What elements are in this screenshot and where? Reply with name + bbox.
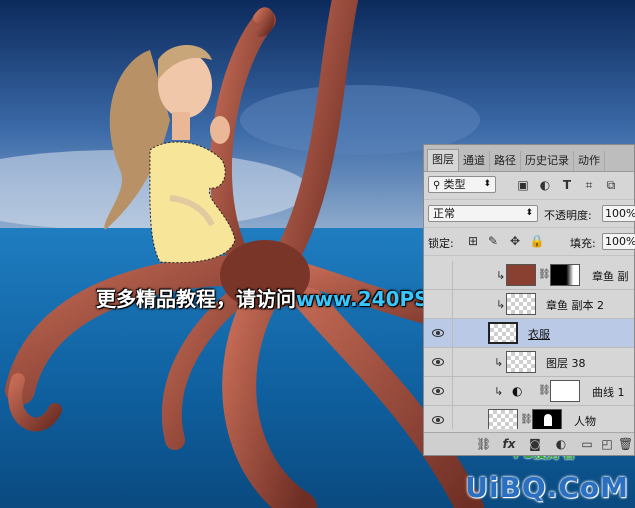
tab-paths[interactable]: 路径 bbox=[490, 151, 521, 171]
panel-tabs: 图层 通道 路径 历史记录 动作 bbox=[424, 145, 634, 172]
lock-label: 锁定: bbox=[428, 237, 454, 250]
layer-row-selected[interactable]: 衣服 bbox=[424, 319, 634, 348]
adjustment-layer-icon: ◐ bbox=[512, 384, 523, 398]
trash-icon[interactable]: 🗑 bbox=[618, 437, 633, 451]
link-icon[interactable]: ⛓ bbox=[476, 437, 491, 451]
eye-icon bbox=[432, 416, 444, 424]
search-icon: ⚲ bbox=[433, 180, 444, 191]
chevron-updown-icon: ⬍ bbox=[525, 208, 533, 218]
fill-label: 填充: bbox=[570, 237, 596, 250]
layer-mask-thumbnail[interactable] bbox=[550, 264, 580, 286]
filter-kind-select[interactable]: ⚲ 类型 ⬍ bbox=[428, 176, 496, 193]
shape-filter-icon[interactable]: ⌗ bbox=[582, 178, 596, 192]
figure-mask-shape bbox=[544, 414, 552, 426]
layer-thumbnail bbox=[488, 409, 518, 429]
opacity-input[interactable]: 100% bbox=[602, 205, 635, 222]
blend-mode-select[interactable]: 正常 ⬍ bbox=[428, 205, 538, 222]
layer-row[interactable]: ↳ ⛓ 章鱼 副 bbox=[424, 261, 634, 290]
eye-icon bbox=[432, 358, 444, 366]
lock-row: 锁定: ⊞ ✎ ✥ 🔒 填充: 100% bbox=[424, 228, 635, 256]
visibility-toggle[interactable] bbox=[424, 290, 453, 318]
layer-name[interactable]: 曲线 1 bbox=[592, 384, 625, 400]
adjustment-icon[interactable]: ◐ bbox=[554, 437, 568, 451]
visibility-toggle[interactable] bbox=[424, 261, 453, 289]
smart-object-filter-icon[interactable]: ⧉ bbox=[604, 178, 618, 192]
panel-footer: ⛓ fx ◙ ◐ ▭ ◰ 🗑 bbox=[424, 432, 634, 455]
layer-name[interactable]: 人物 bbox=[574, 413, 596, 429]
watermark: PS爱好者 UiBQ.CoM bbox=[465, 446, 629, 504]
layer-row[interactable]: ↳ 图层 38 bbox=[424, 348, 634, 377]
layer-thumbnail bbox=[506, 264, 536, 286]
folder-icon[interactable]: ▭ bbox=[580, 437, 594, 451]
layer-row[interactable]: ↳ ◐ ⛓ 曲线 1 bbox=[424, 377, 634, 406]
layer-row[interactable]: ↳ 章鱼 副本 2 bbox=[424, 290, 634, 319]
layers-panel: 图层 通道 路径 历史记录 动作 ⚲ 类型 ⬍ ▣ ◐ T ⌗ ⧉ 正常 ⬍ 不透明… bbox=[423, 144, 635, 456]
eye-icon bbox=[432, 329, 444, 337]
clip-arrow-icon: ↳ bbox=[496, 298, 506, 311]
layer-name[interactable]: 章鱼 副本 2 bbox=[546, 297, 604, 313]
watermark-ui: UiBQ.CoM bbox=[465, 471, 629, 504]
blend-row: 正常 ⬍ 不透明度: 100% bbox=[424, 200, 635, 228]
tab-layers[interactable]: 图层 bbox=[427, 149, 459, 171]
filter-row: ⚲ 类型 ⬍ ▣ ◐ T ⌗ ⧉ bbox=[424, 172, 634, 200]
layer-list: ↳ ⛓ 章鱼 副 ↳ 章鱼 副本 2 衣服 ↳ 图层 38 ↳ ◐ ⛓ 曲线 1… bbox=[424, 261, 634, 429]
image-filter-icon[interactable]: ▣ bbox=[516, 178, 530, 192]
layer-mask-thumbnail[interactable] bbox=[532, 409, 562, 429]
add-mask-icon[interactable]: ◙ bbox=[528, 437, 542, 451]
opacity-label: 不透明度: bbox=[544, 209, 592, 222]
layer-name[interactable]: 图层 38 bbox=[546, 355, 586, 371]
layer-thumbnail bbox=[506, 351, 536, 373]
new-layer-icon[interactable]: ◰ bbox=[600, 437, 614, 451]
type-filter-icon[interactable]: T bbox=[560, 178, 574, 192]
clip-arrow-icon: ↳ bbox=[494, 385, 504, 398]
lock-transparent-icon[interactable]: ⊞ bbox=[466, 234, 480, 248]
fill-input[interactable]: 100% bbox=[602, 233, 635, 250]
tab-channels[interactable]: 通道 bbox=[459, 151, 490, 171]
lock-brush-icon[interactable]: ✎ bbox=[486, 234, 500, 248]
chain-link-icon[interactable]: ⛓ bbox=[538, 385, 551, 396]
layer-name[interactable]: 衣服 bbox=[528, 326, 550, 342]
layer-row[interactable]: ⛓ 人物 bbox=[424, 406, 634, 429]
adjustment-filter-icon[interactable]: ◐ bbox=[538, 178, 552, 192]
layer-thumbnail bbox=[506, 293, 536, 315]
visibility-toggle[interactable] bbox=[424, 377, 453, 405]
chain-link-icon[interactable]: ⛓ bbox=[538, 269, 551, 280]
lock-all-icon[interactable]: 🔒 bbox=[530, 234, 545, 248]
layer-name[interactable]: 章鱼 副 bbox=[592, 268, 629, 284]
eye-icon bbox=[432, 387, 444, 395]
tab-actions[interactable]: 动作 bbox=[574, 151, 605, 171]
visibility-toggle[interactable] bbox=[424, 348, 453, 376]
fx-icon[interactable]: fx bbox=[502, 437, 516, 451]
clip-arrow-icon: ↳ bbox=[496, 269, 506, 282]
tab-history[interactable]: 历史记录 bbox=[521, 151, 574, 171]
filter-kind-label: 类型 bbox=[443, 178, 466, 191]
clip-arrow-icon: ↳ bbox=[494, 356, 504, 369]
blend-mode-value: 正常 bbox=[433, 207, 455, 220]
lock-move-icon[interactable]: ✥ bbox=[508, 234, 522, 248]
visibility-toggle[interactable] bbox=[424, 406, 453, 429]
layer-thumbnail bbox=[488, 322, 518, 344]
layer-mask-thumbnail[interactable] bbox=[550, 380, 580, 402]
chevron-updown-icon: ⬍ bbox=[483, 179, 491, 189]
promo-text: 更多精品教程，请访问 bbox=[96, 287, 296, 311]
visibility-toggle[interactable] bbox=[424, 319, 453, 347]
chain-link-icon[interactable]: ⛓ bbox=[520, 414, 533, 425]
